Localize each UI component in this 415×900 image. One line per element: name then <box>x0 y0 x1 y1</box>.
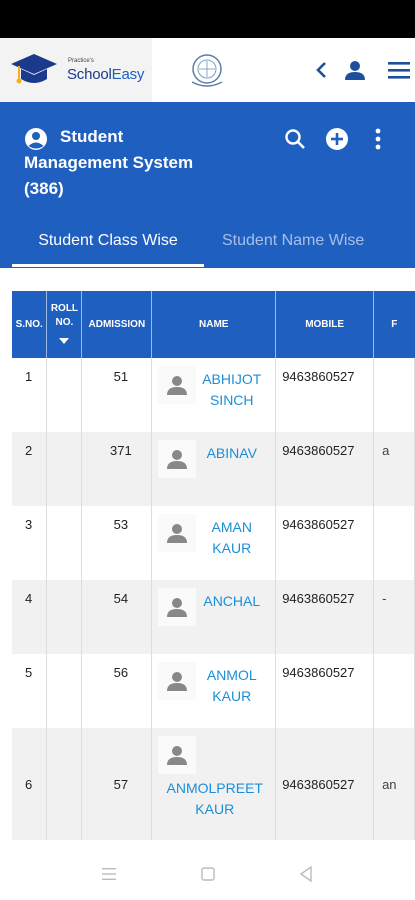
student-table: S.NO. ROLL NO. ADMISSION NAME MOBILE F 1… <box>12 291 415 840</box>
nav-back-icon[interactable] <box>295 864 317 884</box>
column-header-admission[interactable]: ADMISSION <box>81 291 153 358</box>
cell-roll <box>46 654 83 728</box>
cell-mobile: 9463860527 <box>275 358 375 432</box>
tab-student-class-wise[interactable]: Student Class Wise <box>12 228 204 250</box>
avatar-icon <box>158 366 197 404</box>
cell-mobile: 9463860527 <box>275 506 375 580</box>
column-header-roll[interactable]: ROLL NO. <box>46 291 83 358</box>
cell-admission: 53 <box>81 506 153 580</box>
page-title-text: Student Management System (386) <box>24 127 194 198</box>
add-circle-icon[interactable] <box>324 126 350 152</box>
more-vert-icon[interactable] <box>365 126 391 152</box>
cell-mobile: 9463860527 <box>275 580 375 654</box>
table-header-row: S.NO. ROLL NO. ADMISSION NAME MOBILE F <box>12 291 415 358</box>
cell-extra: - <box>373 580 415 654</box>
school-easy-logo[interactable]: Practice's SchoolEasy <box>0 38 152 102</box>
column-header-sno[interactable]: S.NO. <box>12 291 48 358</box>
cell-name: ANMOLPREET KAUR <box>151 728 277 840</box>
cell-roll <box>46 580 83 654</box>
cell-extra <box>373 506 415 580</box>
cell-name: AMAN KAUR <box>151 506 277 580</box>
avatar-icon <box>158 440 197 478</box>
nav-home-icon[interactable] <box>197 864 219 884</box>
user-icon[interactable] <box>341 56 369 84</box>
tab-student-name-wise[interactable]: Student Name Wise <box>212 228 412 250</box>
avatar-icon <box>158 588 197 626</box>
table-row[interactable]: 3 53 AMAN KAUR 9463860527 <box>12 506 415 580</box>
page-header: Student Management System (386) Student … <box>0 102 415 268</box>
cell-name: ABINAV <box>151 432 277 506</box>
back-chevron-icon[interactable] <box>308 56 336 84</box>
cell-sno: 1 <box>12 358 48 432</box>
cell-roll <box>46 506 83 580</box>
cell-admission: 54 <box>81 580 153 654</box>
cell-mobile: 9463860527 <box>275 654 375 728</box>
cell-admission: 371 <box>81 432 153 506</box>
column-header-extra[interactable]: F <box>373 291 415 358</box>
cell-name: ABHIJOT SINCH <box>151 358 277 432</box>
avatar-icon <box>158 736 197 774</box>
cell-sno: 6 <box>12 728 48 840</box>
cell-roll <box>46 358 83 432</box>
cell-sno: 5 <box>12 654 48 728</box>
active-tab-indicator <box>12 264 204 267</box>
app-bar: Practice's SchoolEasy <box>0 38 415 102</box>
cell-admission: 57 <box>81 728 153 840</box>
table-row[interactable]: 4 54 ANCHAL 9463860527 - <box>12 580 415 654</box>
cell-extra <box>373 358 415 432</box>
cell-sno: 3 <box>12 506 48 580</box>
menu-icon[interactable] <box>385 56 413 84</box>
cell-extra: a <box>373 432 415 506</box>
logo-brand-text: SchoolEasy <box>67 67 144 82</box>
table-row[interactable]: 2 371 ABINAV 9463860527 a <box>12 432 415 506</box>
system-nav-bar <box>0 848 415 900</box>
logo-text: Practice's SchoolEasy <box>67 58 144 82</box>
table-row[interactable]: 5 56 ANMOL KAUR 9463860527 <box>12 654 415 728</box>
tab-bar: Student Class Wise Student Name Wise <box>0 228 415 268</box>
cell-name: ANCHAL <box>151 580 277 654</box>
student-name-link[interactable]: ANMOLPREET KAUR <box>152 778 275 820</box>
logo-school-text: School <box>67 66 112 83</box>
cell-sno: 2 <box>12 432 48 506</box>
sort-down-icon <box>59 338 70 344</box>
search-icon[interactable] <box>282 126 308 152</box>
logo-small-text: Practice's <box>68 58 94 64</box>
cell-admission: 51 <box>81 358 153 432</box>
logo-easy-text: Easy <box>111 66 145 83</box>
account-circle-icon <box>25 128 47 150</box>
graduation-cap-icon <box>11 54 57 84</box>
cell-extra: an <box>373 728 415 840</box>
avatar-icon <box>158 662 197 700</box>
status-bar <box>0 0 415 38</box>
roll-header-label: ROLL NO. <box>50 303 79 328</box>
cell-name: ANMOL KAUR <box>151 654 277 728</box>
page-title: Student Management System (386) <box>24 124 204 202</box>
nav-menu-icon[interactable] <box>98 864 120 884</box>
column-header-mobile[interactable]: MOBILE <box>275 291 375 358</box>
cell-mobile: 9463860527 <box>275 728 375 840</box>
column-header-name[interactable]: NAME <box>151 291 277 358</box>
avatar-icon <box>158 514 197 552</box>
emblem-icon <box>191 54 223 87</box>
cell-roll <box>46 432 83 506</box>
cell-roll <box>46 728 83 840</box>
table-row[interactable]: 1 51 ABHIJOT SINCH 9463860527 <box>12 358 415 432</box>
cell-admission: 56 <box>81 654 153 728</box>
cell-extra <box>373 654 415 728</box>
table-row[interactable]: 6 57 ANMOLPREET KAUR 9463860527 an <box>12 728 415 840</box>
cell-mobile: 9463860527 <box>275 432 375 506</box>
cell-sno: 4 <box>12 580 48 654</box>
